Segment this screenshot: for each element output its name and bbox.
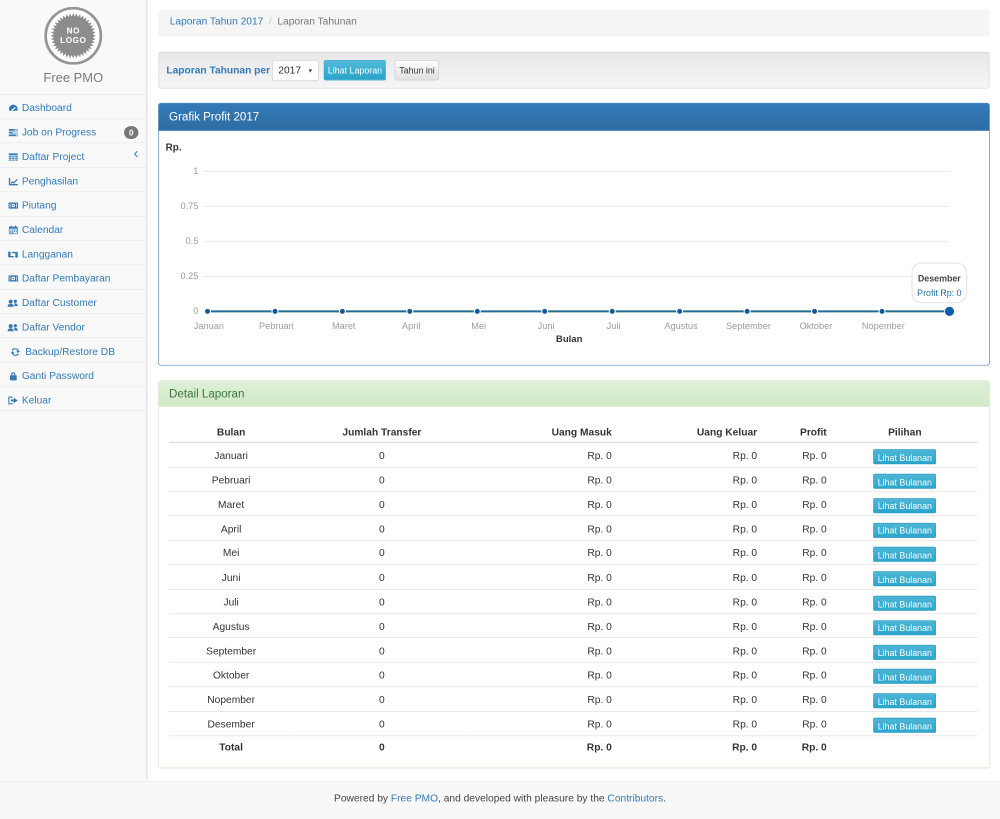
svg-text:Maret: Maret bbox=[332, 321, 356, 331]
svg-text:LOGO: LOGO bbox=[60, 36, 86, 45]
svg-text:Juni: Juni bbox=[538, 321, 555, 331]
svg-text:0.75: 0.75 bbox=[180, 201, 198, 211]
svg-text:Januari: Januari bbox=[194, 321, 224, 331]
svg-text:NO: NO bbox=[67, 26, 80, 35]
svg-text:Oktober: Oktober bbox=[800, 321, 833, 331]
svg-text:Agustus: Agustus bbox=[664, 321, 698, 331]
svg-text:Pebruari: Pebruari bbox=[259, 321, 294, 331]
svg-text:Juli: Juli bbox=[607, 321, 621, 331]
svg-text:April: April bbox=[402, 321, 420, 331]
svg-text:1: 1 bbox=[193, 166, 198, 176]
svg-text:September: September bbox=[726, 321, 771, 331]
svg-text:Nopember: Nopember bbox=[862, 321, 905, 331]
svg-text:Bulan: Bulan bbox=[556, 334, 583, 345]
svg-text:Mei: Mei bbox=[471, 321, 486, 331]
svg-text:0: 0 bbox=[193, 306, 198, 316]
svg-text:0.25: 0.25 bbox=[180, 271, 198, 281]
svg-text:0.5: 0.5 bbox=[186, 236, 199, 246]
